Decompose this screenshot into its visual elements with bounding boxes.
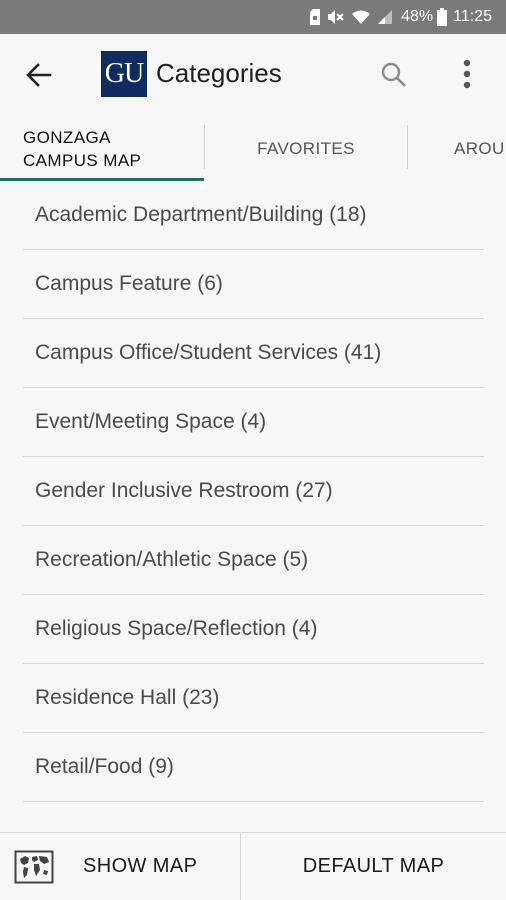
category-label: Campus Feature (6) — [35, 272, 223, 295]
category-item[interactable]: Recreation/Athletic Space (5) — [23, 526, 484, 595]
tab-gonzaga-campus-map[interactable]: GONZAGA CAMPUS MAP — [0, 116, 204, 181]
status-bar: 48% 11:25 — [0, 0, 506, 34]
app-bar: GU Categories — [0, 34, 506, 116]
tab-label-line2: CAMPUS MAP — [23, 150, 142, 170]
category-label: Recreation/Athletic Space (5) — [35, 548, 309, 571]
category-label: Residence Hall (23) — [35, 686, 220, 709]
sim-lock-icon — [310, 9, 321, 25]
default-map-label: DEFAULT MAP — [302, 855, 445, 877]
tab-label-line1: GONZAGA — [23, 127, 111, 147]
mute-icon — [328, 10, 344, 24]
default-map-button[interactable]: DEFAULT MAP — [241, 833, 506, 900]
category-item[interactable]: Campus Office/Student Services (41) — [23, 319, 484, 388]
wifi-icon — [352, 10, 371, 24]
tab-bar: GONZAGA CAMPUS MAP FAVORITES AROU — [0, 116, 506, 181]
tab-favorites[interactable]: FAVORITES — [206, 116, 406, 181]
show-map-button[interactable]: SHOW MAP — [0, 833, 240, 900]
category-label: Campus Office/Student Services (41) — [35, 341, 382, 364]
status-icons — [309, 9, 393, 25]
tab-divider — [204, 125, 205, 169]
category-item[interactable]: Academic Department/Building (18) — [23, 181, 484, 250]
category-item[interactable]: Residence Hall (23) — [23, 664, 484, 733]
world-map-icon — [14, 850, 54, 884]
tab-around[interactable]: AROU — [408, 116, 506, 181]
clock: 11:25 — [453, 8, 492, 25]
category-label: Academic Department/Building (18) — [35, 203, 367, 226]
category-item[interactable]: Event/Meeting Space (4) — [23, 388, 484, 457]
tab-label: FAVORITES — [257, 138, 355, 158]
bottom-action-bar: SHOW MAP DEFAULT MAP — [0, 832, 506, 900]
gonzaga-logo: GU — [101, 51, 147, 97]
battery-icon — [437, 8, 448, 26]
category-label: Event/Meeting Space (4) — [35, 410, 267, 433]
signal-icon — [378, 10, 393, 24]
category-label: Religious Space/Reflection (4) — [35, 617, 318, 640]
category-item[interactable]: Retail/Food (9) — [23, 733, 484, 802]
back-arrow-icon — [26, 63, 52, 87]
category-label: Retail/Food (9) — [35, 755, 174, 778]
category-list[interactable]: Academic Department/Building (18) Campus… — [0, 181, 506, 832]
show-map-label: SHOW MAP — [83, 855, 198, 877]
back-button[interactable] — [24, 60, 54, 90]
category-item[interactable]: Campus Feature (6) — [23, 250, 484, 319]
tab-label: AROU — [454, 138, 505, 158]
page-title: Categories — [156, 58, 282, 88]
more-vert-icon — [463, 59, 471, 89]
category-label: Gender Inclusive Restroom (27) — [35, 479, 333, 502]
battery-percent: 48% — [401, 8, 434, 25]
category-item[interactable]: Gender Inclusive Restroom (27) — [23, 457, 484, 526]
search-button[interactable] — [380, 61, 408, 89]
search-icon — [381, 62, 406, 87]
category-item[interactable]: Religious Space/Reflection (4) — [23, 595, 484, 664]
more-options-button[interactable] — [459, 58, 475, 92]
